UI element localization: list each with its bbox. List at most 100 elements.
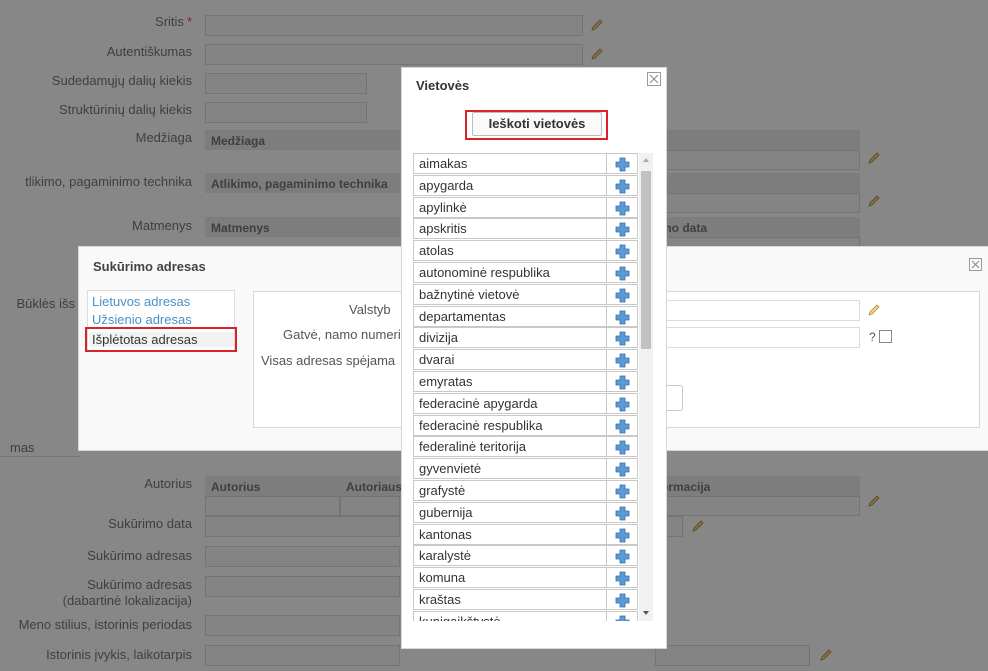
visas-label: Visas adresas spėjama — [261, 353, 396, 368]
add-place-button[interactable] — [607, 545, 638, 567]
tab-uzsienio-adresas[interactable]: Užsienio adresas — [92, 312, 192, 327]
list-item: dvarai — [413, 349, 638, 371]
list-item: autonominė respublika — [413, 262, 638, 284]
add-place-button[interactable] — [607, 458, 638, 480]
place-name: federacinė respublika — [413, 414, 607, 436]
add-place-button[interactable] — [607, 392, 638, 414]
plus-icon — [615, 310, 630, 324]
place-name: bažnytinė vietovė — [413, 283, 607, 305]
add-place-button[interactable] — [607, 305, 638, 327]
plus-icon — [615, 528, 630, 542]
add-place-button[interactable] — [607, 523, 638, 545]
list-item: apskritis — [413, 218, 638, 240]
add-place-button[interactable] — [607, 283, 638, 305]
valstybe-label: Valstyb — [349, 302, 391, 317]
list-item: kantonas — [413, 523, 638, 546]
plus-icon — [615, 179, 630, 194]
place-name: gyvenvietė — [413, 458, 607, 480]
scroll-up-icon[interactable] — [642, 157, 650, 163]
valstybe-input[interactable] — [657, 300, 860, 321]
plus-icon — [615, 484, 630, 499]
add-place-button[interactable] — [607, 480, 638, 501]
plus-icon — [615, 331, 630, 346]
list-item: kraštas — [413, 589, 638, 611]
plus-icon — [615, 506, 630, 521]
places-list: aimakas apygarda apylinkė apskritis atolas au… — [413, 153, 653, 621]
add-place-button[interactable] — [607, 567, 638, 589]
list-item: gubernija — [413, 501, 638, 524]
place-name: atolas — [413, 240, 607, 262]
add-place-button[interactable] — [607, 153, 638, 174]
place-name: federacinė apygarda — [413, 392, 607, 414]
plus-icon — [615, 288, 630, 303]
list-item: bažnytinė vietovė — [413, 283, 638, 306]
place-name: apskritis — [413, 218, 607, 240]
place-name: karalystė — [413, 545, 607, 567]
add-place-button[interactable] — [607, 610, 638, 621]
question-mark: ? — [869, 330, 876, 344]
plus-icon — [615, 440, 630, 455]
plus-icon — [615, 615, 630, 621]
add-place-button[interactable] — [607, 218, 638, 240]
list-item: aimakas — [413, 153, 638, 175]
place-name: apylinkė — [413, 196, 607, 218]
address-dialog-close-icon[interactable] — [969, 258, 982, 271]
plus-icon — [615, 549, 630, 564]
list-item: karalystė — [413, 545, 638, 567]
add-place-button[interactable] — [607, 240, 638, 262]
place-name: komuna — [413, 567, 607, 589]
address-checkbox[interactable] — [879, 330, 892, 343]
tab-highlight-box — [85, 327, 237, 352]
place-name: dvarai — [413, 349, 607, 371]
list-item: komuna — [413, 567, 638, 589]
place-name: federalinė teritorija — [413, 436, 607, 458]
add-place-button[interactable] — [607, 371, 638, 392]
place-name: kantonas — [413, 523, 607, 545]
add-place-button[interactable] — [607, 436, 638, 458]
plus-icon — [615, 571, 630, 586]
list-item: apylinkė — [413, 196, 638, 219]
add-place-button[interactable] — [607, 262, 638, 283]
place-name: gubernija — [413, 501, 607, 523]
add-place-button[interactable] — [607, 349, 638, 371]
plus-icon — [615, 222, 630, 237]
list-item: kunigaikštystė — [413, 610, 638, 621]
places-dialog-close-icon[interactable] — [647, 72, 661, 86]
places-dialog-title: Vietovės — [416, 78, 470, 93]
add-place-button[interactable] — [607, 589, 638, 610]
list-item: departamentas — [413, 305, 638, 328]
list-item: federacinė respublika — [413, 414, 638, 437]
place-name: emyratas — [413, 371, 607, 392]
place-name: kraštas — [413, 589, 607, 610]
place-name: apygarda — [413, 174, 607, 196]
places-list-scrollbar[interactable] — [639, 153, 653, 621]
plus-icon — [615, 419, 630, 433]
tab-lietuvos-adresas[interactable]: Lietuvos adresas — [92, 294, 190, 309]
place-name: autonominė respublika — [413, 262, 607, 283]
add-place-button[interactable] — [607, 501, 638, 523]
list-item: gyvenvietė — [413, 458, 638, 480]
place-name: kunigaikštystė — [413, 610, 607, 621]
pencil-icon[interactable] — [866, 302, 882, 318]
plus-icon — [615, 375, 630, 390]
list-item: atolas — [413, 240, 638, 262]
plus-icon — [615, 462, 630, 477]
plus-icon — [615, 266, 630, 281]
search-button-highlight-box — [465, 110, 608, 140]
scrollbar-thumb[interactable] — [641, 171, 651, 349]
plus-icon — [615, 353, 630, 368]
plus-icon — [615, 157, 630, 172]
list-item: federalinė teritorija — [413, 436, 638, 458]
place-name: divizija — [413, 327, 607, 349]
place-name: grafystė — [413, 480, 607, 501]
add-place-button[interactable] — [607, 196, 638, 218]
place-name: aimakas — [413, 153, 607, 174]
plus-icon — [615, 397, 630, 412]
gatve-input[interactable] — [657, 327, 860, 348]
scroll-down-icon[interactable] — [642, 610, 650, 616]
add-place-button[interactable] — [607, 174, 638, 196]
list-item: emyratas — [413, 371, 638, 393]
plus-icon — [615, 244, 630, 259]
add-place-button[interactable] — [607, 414, 638, 436]
add-place-button[interactable] — [607, 327, 638, 349]
